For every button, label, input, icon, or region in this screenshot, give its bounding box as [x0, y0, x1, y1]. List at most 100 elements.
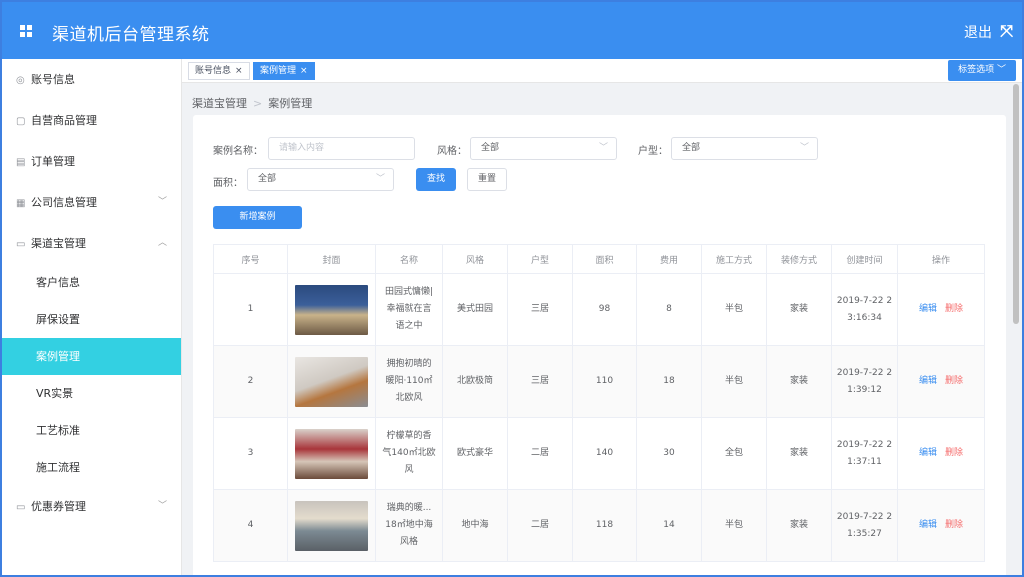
- page-scrollbar[interactable]: [1013, 84, 1019, 324]
- submenu-item-cases[interactable]: 案例管理: [2, 338, 181, 375]
- delete-button[interactable]: 删除: [945, 304, 963, 314]
- cover-image[interactable]: [295, 500, 368, 551]
- cell-actions: 编辑 删除: [897, 489, 985, 562]
- cell-time: 2019-7-22 2 1:35:27: [831, 489, 898, 562]
- cell-cover: [287, 417, 376, 490]
- name-line: 气140㎡北欧: [382, 448, 436, 458]
- table-row: 2 拥抱初晴的 暖阳·110㎡ 北欧风 北欧极简 三居 110 18 半包 家装 2…: [213, 345, 985, 418]
- time-line: 2019-7-22 2: [836, 367, 893, 378]
- cell-actions: 编辑 删除: [897, 417, 985, 490]
- tab-cases[interactable]: 案例管理 ×: [253, 62, 315, 80]
- edit-button[interactable]: 编辑: [919, 520, 937, 530]
- layout-select[interactable]: 全部 ﹀: [671, 137, 818, 160]
- col-header: 创建时间: [831, 244, 898, 274]
- cell-no: 3: [213, 417, 288, 490]
- delete-button[interactable]: 删除: [945, 376, 963, 386]
- cell-time: 2019-7-22 2 3:16:34: [831, 273, 898, 346]
- style-select[interactable]: 全部 ﹀: [470, 137, 617, 160]
- close-icon[interactable]: ×: [300, 66, 308, 76]
- name-line: 18㎡地中海: [385, 520, 433, 530]
- sidebar-item-label: 优惠券管理: [31, 500, 86, 513]
- style-label: 风格：: [437, 146, 467, 157]
- tab-label: 账号信息: [195, 66, 232, 76]
- time-line: 2019-7-22 2: [836, 295, 893, 306]
- col-header: 操作: [897, 244, 985, 274]
- name-line: 风: [404, 465, 414, 475]
- table-header-row: 序号 封面 名称 风格 户型 面积 费用 施工方式 装修方式 创建时间 操作: [213, 244, 985, 274]
- add-case-button[interactable]: 新增案例: [213, 206, 302, 229]
- tab-options-label: 标签选项: [958, 65, 995, 75]
- cell-area: 98: [572, 273, 637, 346]
- cell-build: 半包: [701, 273, 767, 346]
- submenu-item-customers[interactable]: 客户信息: [2, 264, 181, 301]
- col-header: 面积: [572, 244, 637, 274]
- area-select[interactable]: 全部 ﹀: [247, 168, 394, 191]
- order-icon: ▤: [16, 157, 26, 168]
- cell-actions: 编辑 删除: [897, 345, 985, 418]
- cell-cost: 30: [636, 417, 702, 490]
- edit-button[interactable]: 编辑: [919, 304, 937, 314]
- sidebar-item-account[interactable]: ◎ 账号信息: [2, 59, 181, 100]
- table-row: 4 瑞典的暖... 18㎡地中海 风格 地中海 二居 118 14 半包 家装 20…: [213, 489, 985, 562]
- breadcrumb-separator-icon: >: [253, 97, 263, 110]
- area-label: 面积：: [213, 178, 243, 189]
- cell-no: 1: [213, 273, 288, 346]
- cases-table: 序号 封面 名称 风格 户型 面积 费用 施工方式 装修方式 创建时间 操作 1…: [213, 244, 985, 562]
- edit-button[interactable]: 编辑: [919, 448, 937, 458]
- sidebar-item-label: 账号信息: [31, 73, 75, 86]
- time-line: 2019-7-22 2: [836, 439, 893, 450]
- submenu-item-vr[interactable]: VR实景: [2, 375, 181, 412]
- time-line: 1:37:11: [847, 456, 882, 467]
- app-grid-icon[interactable]: [20, 25, 32, 37]
- cover-image[interactable]: [295, 356, 368, 407]
- time-line: 1:35:27: [847, 528, 882, 539]
- time-line: 2019-7-22 2: [836, 511, 893, 522]
- cell-build: 半包: [701, 345, 767, 418]
- reset-button[interactable]: 重置: [467, 168, 507, 191]
- submenu-item-screensaver[interactable]: 屏保设置: [2, 301, 181, 338]
- sidebar-item-channel[interactable]: ▭ 渠道宝管理 ︿: [2, 223, 181, 264]
- col-header: 施工方式: [701, 244, 767, 274]
- tabs-bar: 账号信息 × 案例管理 × 标签选项 ﹀: [182, 59, 1022, 83]
- tab-options-button[interactable]: 标签选项 ﹀: [948, 60, 1016, 81]
- cover-image[interactable]: [295, 428, 368, 479]
- app-frame: 渠道机后台管理系统 退出 ⤧ ◎ 账号信息 ▢ 自营商品管理 ▤ 订单管理 ▦ 公司信息…: [0, 0, 1024, 577]
- cell-style: 北欧极简: [442, 345, 508, 418]
- cell-time: 2019-7-22 2 1:39:12: [831, 345, 898, 418]
- cell-decor: 家装: [766, 489, 832, 562]
- goods-icon: ▢: [16, 116, 26, 127]
- breadcrumb-item-current: 案例管理: [268, 97, 313, 110]
- cell-style: 地中海: [442, 489, 508, 562]
- fullscreen-icon[interactable]: ⤧: [1000, 21, 1013, 41]
- name-line: 语之中: [395, 321, 423, 331]
- name-line: 暖阳·110㎡: [385, 376, 433, 386]
- name-line: 拥抱初晴的: [386, 359, 432, 369]
- name-line: 北欧风: [395, 393, 423, 403]
- cover-image[interactable]: [295, 284, 368, 335]
- submenu-item-process[interactable]: 施工流程: [2, 449, 181, 486]
- sidebar-item-goods[interactable]: ▢ 自营商品管理: [2, 100, 181, 141]
- layout-label: 户型：: [638, 146, 668, 157]
- case-name-input[interactable]: 请输入内容: [268, 137, 415, 160]
- name-line: 幸福就在言: [386, 304, 432, 314]
- search-button[interactable]: 查找: [416, 168, 456, 191]
- tab-account[interactable]: 账号信息 ×: [188, 62, 250, 80]
- logout-button[interactable]: 退出: [964, 22, 992, 42]
- breadcrumb-item[interactable]: 渠道宝管理: [192, 97, 247, 110]
- delete-button[interactable]: 删除: [945, 520, 963, 530]
- table-row: 3 柠檬草的香 气140㎡北欧风 欧式豪华 二居 140 30 全包 家装 201…: [213, 417, 985, 490]
- chevron-down-icon: ﹀: [157, 197, 167, 207]
- cell-no: 4: [213, 489, 288, 562]
- sidebar-item-orders[interactable]: ▤ 订单管理: [2, 141, 181, 182]
- coupon-icon: ▭: [16, 502, 26, 513]
- edit-button[interactable]: 编辑: [919, 376, 937, 386]
- close-icon[interactable]: ×: [235, 66, 243, 76]
- cell-no: 2: [213, 345, 288, 418]
- delete-button[interactable]: 删除: [945, 448, 963, 458]
- cell-layout: 三居: [507, 345, 573, 418]
- sidebar-item-coupons[interactable]: ▭ 优惠券管理 ﹀: [2, 486, 181, 527]
- channel-icon: ▭: [16, 239, 26, 250]
- submenu-item-craft[interactable]: 工艺标准: [2, 412, 181, 449]
- sidebar-item-company[interactable]: ▦ 公司信息管理 ﹀: [2, 182, 181, 223]
- col-header: 名称: [375, 244, 443, 274]
